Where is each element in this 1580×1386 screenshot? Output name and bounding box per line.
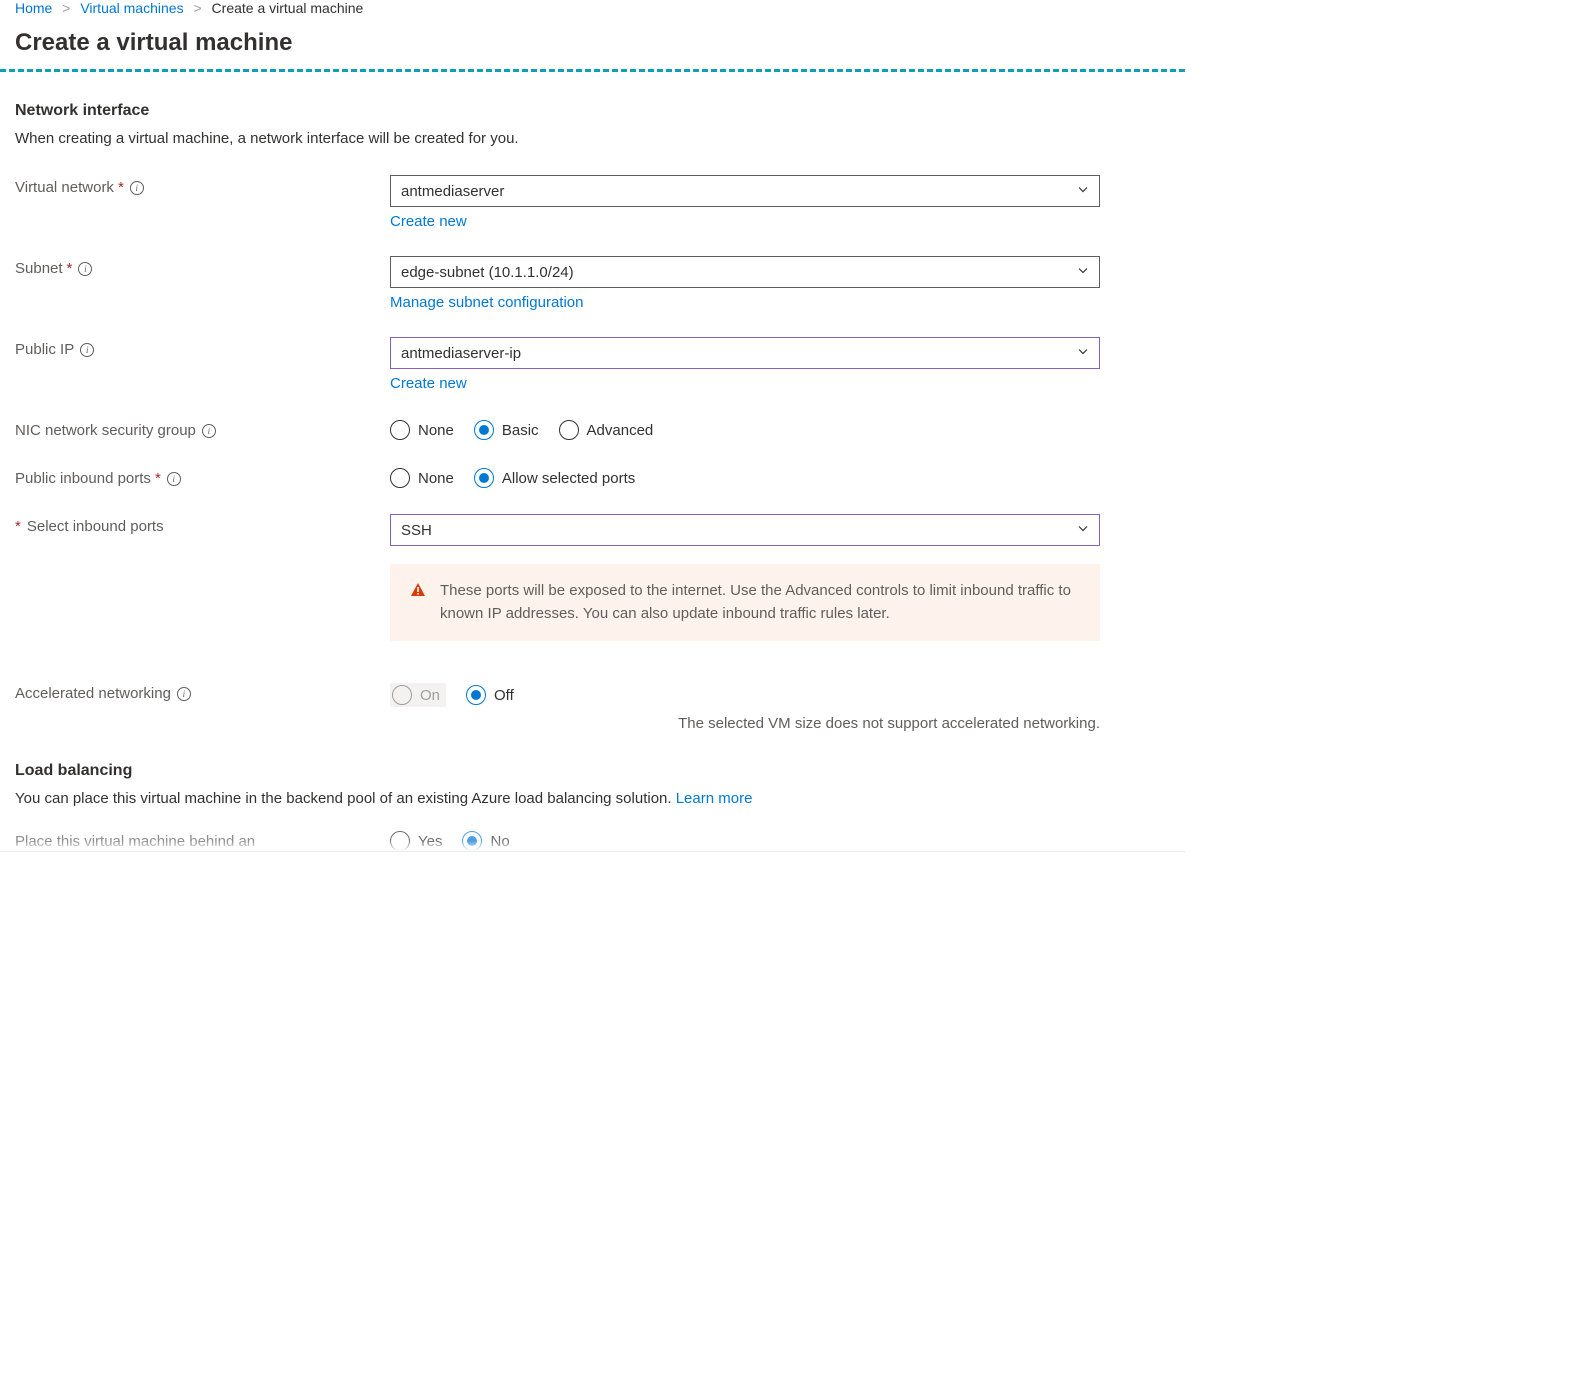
inbound-ports-radio-group: None Allow selected ports	[390, 466, 1170, 488]
label-select-inbound: *Select inbound ports	[15, 514, 390, 535]
behind-lb-radio-yes[interactable]: Yes	[390, 831, 442, 851]
virtual-network-select[interactable]: antmediaserver	[390, 175, 1100, 207]
accelerated-radio-group: On Off	[390, 681, 1170, 707]
nsg-radio-advanced[interactable]: Advanced	[559, 420, 654, 440]
select-inbound-ports[interactable]: SSH	[390, 514, 1100, 546]
nsg-radio-basic[interactable]: Basic	[474, 420, 539, 440]
warning-icon	[410, 582, 426, 601]
breadcrumb-sep: >	[193, 0, 201, 16]
label-inbound-ports: Public inbound ports * i	[15, 466, 390, 487]
label-virtual-network: Virtual network * i	[15, 175, 390, 196]
accelerated-radio-on: On	[390, 683, 446, 707]
behind-lb-radio-group: Yes No	[390, 829, 1170, 851]
create-new-vnet-link[interactable]: Create new	[390, 213, 467, 230]
page-title: Create a virtual machine	[0, 21, 1185, 72]
accelerated-help: The selected VM size does not support ac…	[390, 715, 1100, 732]
chevron-down-icon	[1077, 183, 1089, 200]
accelerated-radio-off[interactable]: Off	[466, 685, 514, 705]
manage-subnet-link[interactable]: Manage subnet configuration	[390, 294, 583, 311]
info-icon[interactable]: i	[130, 181, 144, 195]
nsg-radio-group: None Basic Advanced	[390, 418, 1170, 440]
warning-text: These ports will be exposed to the inter…	[440, 580, 1080, 625]
info-icon[interactable]: i	[202, 424, 216, 438]
create-new-ip-link[interactable]: Create new	[390, 375, 467, 392]
label-subnet: Subnet * i	[15, 256, 390, 277]
section-network-desc: When creating a virtual machine, a netwo…	[15, 130, 1170, 147]
subnet-select[interactable]: edge-subnet (10.1.1.0/24)	[390, 256, 1100, 288]
section-lb-desc: You can place this virtual machine in th…	[15, 790, 1170, 807]
breadcrumb-sep: >	[62, 0, 70, 16]
breadcrumb-vms[interactable]: Virtual machines	[80, 0, 183, 16]
label-nsg: NIC network security group i	[15, 418, 390, 439]
behind-lb-radio-no[interactable]: No	[462, 831, 509, 851]
label-accelerated: Accelerated networking i	[15, 681, 390, 702]
info-icon[interactable]: i	[80, 343, 94, 357]
section-load-balancing: Load balancing	[15, 762, 1170, 780]
breadcrumb-current: Create a virtual machine	[212, 0, 364, 16]
learn-more-link[interactable]: Learn more	[676, 790, 753, 807]
info-icon[interactable]: i	[177, 687, 191, 701]
public-ip-select[interactable]: antmediaserver-ip	[390, 337, 1100, 369]
info-icon[interactable]: i	[78, 262, 92, 276]
breadcrumb: Home > Virtual machines > Create a virtu…	[0, 0, 1185, 21]
chevron-down-icon	[1077, 522, 1089, 539]
inbound-radio-allow[interactable]: Allow selected ports	[474, 468, 635, 488]
nsg-radio-none[interactable]: None	[390, 420, 454, 440]
label-public-ip: Public IP i	[15, 337, 390, 358]
warning-box: These ports will be exposed to the inter…	[390, 564, 1100, 641]
inbound-radio-none[interactable]: None	[390, 468, 454, 488]
label-behind-lb: Place this virtual machine behind an	[15, 829, 390, 850]
breadcrumb-home[interactable]: Home	[15, 0, 52, 16]
section-network-interface: Network interface	[15, 102, 1170, 120]
info-icon[interactable]: i	[167, 472, 181, 486]
chevron-down-icon	[1077, 345, 1089, 362]
chevron-down-icon	[1077, 264, 1089, 281]
